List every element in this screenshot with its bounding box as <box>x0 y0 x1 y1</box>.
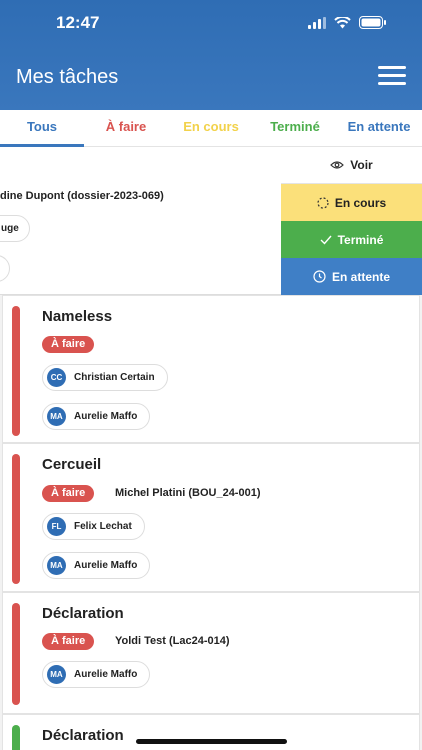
status-stripe <box>12 725 20 750</box>
action-label: En cours <box>334 195 387 210</box>
en-cours-button[interactable]: En cours <box>281 184 422 221</box>
page-title: Mes tâches <box>16 66 119 88</box>
chip-name: uge <box>1 223 19 234</box>
tab-label: En attente <box>347 119 411 134</box>
tab-a-faire[interactable]: À faire <box>84 110 168 147</box>
tab-termine[interactable]: Terminé <box>254 110 336 147</box>
action-label: En attente <box>331 269 390 284</box>
system-icons <box>308 16 386 29</box>
assignee-name: Aurelie Maffo <box>74 669 138 680</box>
clock-icon <box>313 270 326 283</box>
task-card[interactable]: Cercueil À faire Michel Platini (BOU_24-… <box>2 443 420 592</box>
assignee-chip[interactable]: uge <box>0 215 30 242</box>
task-card[interactable]: Déclaration À faire Yoldi Test (Lac24-01… <box>2 592 420 714</box>
assignee-name: Felix Lechat <box>74 521 132 532</box>
assignee-chip[interactable] <box>0 255 10 282</box>
swipe-actions: Voir En cours Terminé En attente <box>281 147 422 295</box>
assignee-chip[interactable]: FL Felix Lechat <box>42 513 145 540</box>
action-label: Terminé <box>337 232 384 247</box>
avatar: MA <box>47 407 66 426</box>
signal-icon <box>308 16 326 29</box>
assignee-chip[interactable]: MA Aurelie Maffo <box>42 552 151 579</box>
status-stripe <box>12 454 20 584</box>
avatar: MA <box>47 665 66 684</box>
status-badge: À faire <box>42 633 95 650</box>
tab-tous[interactable]: Tous <box>0 110 84 147</box>
task-client: Michel Platini (BOU_24-001) <box>115 487 261 499</box>
assignee-chip[interactable]: MA Aurelie Maffo <box>42 661 151 688</box>
swiped-task-card[interactable]: dine Dupont (dossier-2023-069) uge <box>0 147 281 295</box>
assignee-name: Aurelie Maffo <box>74 411 138 422</box>
task-card[interactable]: Nameless À faire CC Christian Certain MA… <box>2 295 420 443</box>
action-label: Voir <box>350 158 373 172</box>
task-title: Déclaration <box>42 727 124 744</box>
eye-icon <box>330 161 345 169</box>
tab-en-cours[interactable]: En cours <box>168 110 254 147</box>
assignee-chip[interactable]: CC Christian Certain <box>42 364 168 391</box>
termine-button[interactable]: Terminé <box>281 221 422 258</box>
battery-icon <box>359 16 386 29</box>
en-attente-button[interactable]: En attente <box>281 258 422 295</box>
wifi-icon <box>334 16 351 28</box>
task-title: Nameless <box>42 308 113 325</box>
status-time: 12:47 <box>56 13 100 32</box>
status-tabs: Tous À faire En cours Terminé En attente <box>0 110 422 147</box>
assignee-name: Christian Certain <box>74 372 155 383</box>
check-icon <box>320 235 332 245</box>
tab-label: Tous <box>26 119 58 134</box>
task-title: Déclaration <box>42 605 124 622</box>
spinner-icon <box>317 196 329 209</box>
status-bar: 12:47 <box>0 0 422 48</box>
avatar: MA <box>47 556 66 575</box>
voir-button[interactable]: Voir <box>281 147 422 184</box>
tab-label: À faire <box>105 119 147 134</box>
status-badge: À faire <box>42 485 95 502</box>
home-indicator <box>136 739 287 744</box>
task-card[interactable]: Déclaration <box>2 714 420 750</box>
hamburger-menu-icon[interactable] <box>378 66 406 88</box>
assignee-name: Aurelie Maffo <box>74 560 138 571</box>
assignee-chip[interactable]: MA Aurelie Maffo <box>42 403 151 430</box>
status-stripe <box>12 306 20 436</box>
status-stripe <box>12 603 20 705</box>
task-client: Yoldi Test (Lac24-014) <box>115 635 230 647</box>
app-header: 12:47 Mes tâches <box>0 0 422 110</box>
task-title: Cercueil <box>42 456 102 473</box>
tab-label: En cours <box>183 119 239 134</box>
avatar: CC <box>47 368 66 387</box>
avatar: FL <box>47 517 66 536</box>
tab-en-attente[interactable]: En attente <box>336 110 422 147</box>
task-client: dine Dupont (dossier-2023-069) <box>0 190 164 202</box>
tab-label: Terminé <box>270 119 320 134</box>
status-badge: À faire <box>42 336 95 353</box>
